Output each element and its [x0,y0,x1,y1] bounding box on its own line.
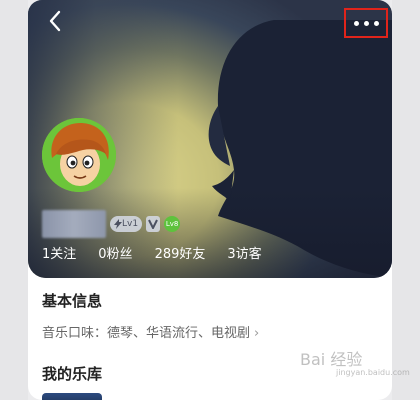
stats-row: 1关注 0粉丝 289好友 3访客 [42,243,262,263]
music-taste-label: 音乐口味： [42,326,108,341]
profile-header-photo: Lv1 Lv8 1关注 0粉丝 289好友 3访客 [28,0,392,278]
vip-badge[interactable] [146,216,161,232]
library-title: 我的乐库 [42,365,103,383]
stat-followers[interactable]: 0粉丝 [98,243,132,263]
level-badge-label: Lv1 [122,219,139,229]
chevron-right-icon: › [254,326,260,341]
music-level-label: Lv8 [165,220,179,228]
background-strip-left [0,0,28,400]
basic-info-title: 基本信息 [42,292,103,310]
avatar[interactable] [42,118,116,192]
music-taste-row[interactable]: 音乐口味：德琴、华语流行、电视剧 › [42,322,259,341]
stat-friends[interactable]: 289好友 [155,243,206,263]
more-dot [363,20,369,26]
stat-following[interactable]: 1关注 [42,243,76,263]
level-badge[interactable]: Lv1 [110,216,143,232]
music-taste-values: 德琴、华语流行、电视剧 [107,326,251,341]
watermark-text: Bai 经验 [300,350,363,369]
vip-v-icon [148,219,158,229]
background-strip-right [392,0,420,400]
cartoon-avatar-image [42,118,116,192]
stat-visitors[interactable]: 3访客 [227,243,261,263]
library-playlist-thumbnail[interactable] [42,393,102,400]
more-dots-icon [353,20,359,26]
username-badge-row: Lv1 Lv8 [42,210,181,238]
watermark-sub: jingyan.baidu.com [336,368,410,377]
lightning-icon [114,219,122,229]
more-dot [373,20,379,26]
watermark: Bai 经验 jingyan.baidu.com [300,346,410,377]
music-level-badge[interactable]: Lv8 [164,216,181,232]
back-button[interactable] [42,10,68,40]
more-button[interactable] [344,8,388,38]
profile-card: Lv1 Lv8 1关注 0粉丝 289好友 3访客 基本信息 音乐口味：德琴、华… [28,0,392,400]
chevron-left-icon [49,10,61,32]
username-blurred [42,210,106,238]
